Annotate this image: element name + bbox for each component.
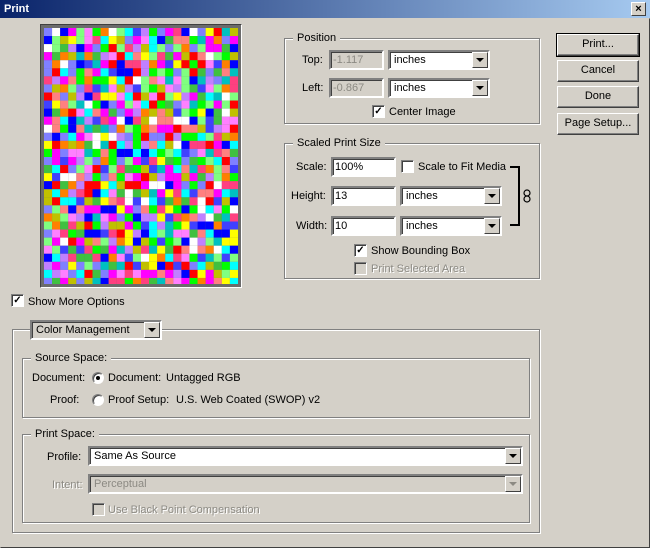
done-button[interactable]: Done [557, 86, 639, 108]
width-unit-value: inches [406, 220, 438, 232]
options-mode-select[interactable]: Color Management [30, 320, 162, 340]
position-group-title: Position [293, 32, 341, 45]
width-unit-select[interactable]: inches [400, 216, 502, 236]
options-mode-value: Color Management [36, 324, 130, 336]
height-unit-value: inches [406, 190, 438, 202]
top-unit-select[interactable]: inches [388, 50, 490, 70]
scale-to-fit-label: Scale to Fit Media [418, 161, 507, 173]
scale-label: Scale: [296, 161, 327, 173]
left-field[interactable]: -0.867 [329, 78, 384, 98]
window-title: Print [4, 3, 30, 15]
chevron-down-icon [472, 80, 488, 96]
width-label: Width: [296, 220, 328, 232]
show-bounding-box-label: Show Bounding Box [371, 245, 471, 257]
print-selected-area-checkbox[interactable] [354, 262, 367, 275]
top-unit-value: inches [394, 54, 426, 66]
source-space-group: Source Space: [22, 352, 530, 418]
proof-label: Proof: [50, 394, 80, 406]
height-label: Height: [291, 190, 326, 202]
chain-link-icon[interactable] [522, 189, 532, 203]
profile-select[interactable]: Same As Source [88, 446, 523, 466]
close-button[interactable]: × [631, 2, 646, 16]
height-field[interactable]: 13 [331, 186, 396, 206]
source-space-title: Source Space: [31, 352, 112, 365]
intent-value: Perceptual [94, 478, 147, 490]
intent-select[interactable]: Perceptual [88, 474, 523, 494]
show-more-options-label: Show More Options [28, 296, 125, 308]
scaled-group-title: Scaled Print Size [293, 137, 385, 150]
document-profile-value: Untagged RGB [166, 372, 241, 384]
width-field[interactable]: 10 [331, 216, 396, 236]
chevron-down-icon [484, 188, 500, 204]
chevron-down-icon [472, 52, 488, 68]
black-point-compensation-checkbox[interactable] [92, 503, 105, 516]
link-bracket [510, 166, 520, 226]
print-selected-area-label: Print Selected Area [371, 263, 466, 275]
top-label: Top: [302, 54, 323, 66]
left-unit-select[interactable]: inches [388, 78, 490, 98]
chevron-down-icon [505, 476, 521, 492]
print-space-title: Print Space: [31, 428, 99, 441]
close-icon: × [635, 3, 642, 15]
chevron-down-icon [144, 322, 160, 338]
left-label: Left: [302, 82, 324, 94]
print-preview [40, 24, 242, 288]
document-radio[interactable] [92, 372, 104, 384]
intent-label: Intent: [52, 479, 83, 491]
document-label: Document: [32, 372, 86, 384]
proof-profile-value: U.S. Web Coated (SWOP) v2 [176, 394, 321, 406]
show-bounding-box-checkbox[interactable]: ✓ [354, 244, 367, 257]
chevron-down-icon [505, 448, 521, 464]
proof-setup-radio[interactable] [92, 394, 104, 406]
scale-to-fit-checkbox[interactable] [401, 160, 414, 173]
profile-value: Same As Source [94, 450, 176, 462]
document-option-label: Document: [108, 372, 162, 384]
scale-field[interactable]: 100% [331, 157, 396, 177]
print-button[interactable]: Print... [556, 33, 640, 57]
height-unit-select[interactable]: inches [400, 186, 502, 206]
profile-label: Profile: [47, 451, 82, 463]
cancel-button[interactable]: Cancel [557, 60, 639, 82]
show-more-options-checkbox[interactable]: ✓ [11, 294, 24, 307]
top-field[interactable]: -1.117 [329, 50, 384, 70]
title-bar: Print × [0, 0, 650, 18]
left-unit-value: inches [394, 82, 426, 94]
page-setup-button[interactable]: Page Setup... [557, 113, 639, 135]
black-point-compensation-label: Use Black Point Compensation [108, 504, 260, 516]
chevron-down-icon [484, 218, 500, 234]
center-image-checkbox[interactable]: ✓ [372, 105, 385, 118]
preview-image [44, 28, 238, 284]
center-image-label: Center Image [389, 106, 456, 118]
proof-option-label: Proof Setup: [108, 394, 170, 406]
